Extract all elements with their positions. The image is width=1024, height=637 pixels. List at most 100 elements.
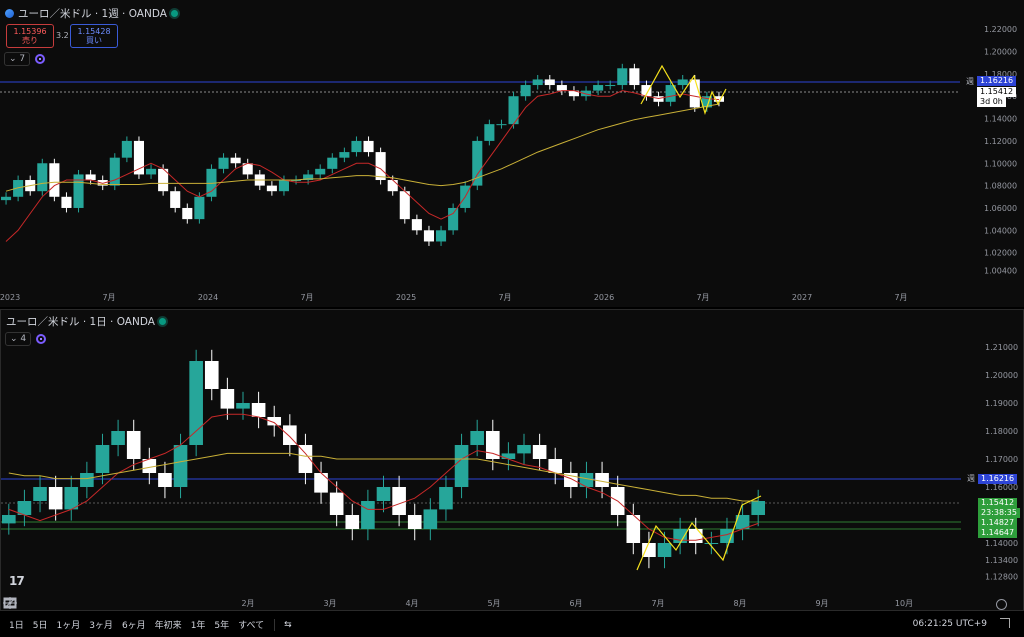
visibility-icon[interactable]	[35, 54, 46, 64]
indicator-collapse-button[interactable]: ⌄ 4	[5, 332, 32, 346]
candle	[387, 180, 398, 192]
clock: 06:21:25 UTC+9	[912, 619, 987, 629]
timeframe-1d[interactable]: 1日	[9, 618, 24, 631]
sell-price: 1.15396	[13, 27, 47, 36]
candle	[392, 487, 406, 515]
timeframe-all[interactable]: すべて	[238, 618, 264, 631]
candle	[61, 196, 72, 208]
candle	[189, 361, 203, 445]
x-tick-label: 2026	[594, 293, 614, 302]
daily-chart-title: ユーロ／米ドル · 1日 · OANDA	[6, 314, 166, 329]
x-tick-label: 10月	[895, 599, 913, 608]
timeframe-ytd[interactable]: 年初来	[155, 618, 182, 631]
candle	[629, 68, 640, 86]
candle	[399, 191, 410, 220]
x-tick-label: 2023	[0, 293, 20, 302]
x-tick-label: 6月	[569, 599, 582, 608]
candle	[339, 152, 350, 158]
visibility-icon[interactable]	[36, 334, 47, 344]
x-tick-label: 7月	[651, 599, 664, 608]
y-tick-label: 1.00400	[984, 267, 1017, 276]
candle	[95, 445, 110, 473]
go-to-date-icon[interactable]: ⇆	[284, 620, 292, 630]
timeframe-5y[interactable]: 5年	[214, 618, 229, 631]
chevron-down-icon: ⌄	[10, 334, 18, 344]
candle	[85, 174, 96, 181]
buy-label: 買い	[86, 36, 102, 45]
timeframe-1m[interactable]: 1ヶ月	[56, 618, 80, 631]
candle	[484, 124, 495, 141]
timeframe-1y[interactable]: 1年	[191, 618, 206, 631]
daily-chart-canvas[interactable]: 1.21000 1.20000 1.19000 1.18000 1.17000 1.160…	[1, 310, 1023, 610]
daily-chart-pane[interactable]: 1.21000 1.20000 1.19000 1.18000 1.17000 1.160…	[0, 309, 1024, 611]
y-tick-label: 1.21000	[985, 343, 1018, 352]
sell-button[interactable]: 1.15396 売り	[6, 24, 54, 48]
candle	[266, 185, 277, 192]
timeframe-5d[interactable]: 5日	[33, 618, 48, 631]
candle	[407, 515, 422, 529]
weekly-chart-title: ユーロ／米ドル · 1週 · OANDA	[5, 6, 178, 21]
vertical-line-tool-icon[interactable]	[9, 597, 67, 610]
candle	[704, 543, 719, 544]
y-tick-label: 1.06000	[984, 204, 1017, 213]
parallel-channel-tool-icon[interactable]	[4, 597, 91, 610]
settings-gear-icon[interactable]	[996, 599, 1007, 610]
candle	[688, 529, 703, 543]
candle	[454, 445, 469, 487]
candle	[496, 124, 507, 126]
y-tick-label: 1.14000	[985, 539, 1018, 548]
weekly-chart-canvas[interactable]: 1.220001.200001.180001.160001.140001.120…	[0, 0, 1024, 307]
indicator-toggle[interactable]: ⌄ 4	[5, 332, 47, 346]
timeframe-6m[interactable]: 6ヶ月	[122, 618, 146, 631]
candle	[327, 157, 338, 169]
candle	[121, 140, 132, 158]
indicator-toggle[interactable]: ⌄ 7	[4, 52, 46, 66]
candle	[517, 445, 531, 454]
indicator-collapse-button[interactable]: ⌄ 7	[4, 52, 31, 66]
y-tick-label: 1.18000	[985, 427, 1018, 436]
y-tick-label: 1.04000	[984, 226, 1017, 235]
weekly-chart-pane[interactable]: 1.220001.200001.180001.160001.140001.120…	[0, 0, 1024, 307]
candle	[80, 473, 94, 487]
candle	[605, 85, 616, 87]
y-tick-label: 1.10000	[984, 159, 1017, 168]
candle	[230, 157, 241, 164]
toolbar-divider	[274, 618, 276, 631]
x-tick-label: 2027	[792, 293, 812, 302]
countdown-tag: 3d 0h	[977, 97, 1006, 107]
x-tick-label: 7月	[696, 293, 709, 302]
trend-line-tool-icon[interactable]	[3, 597, 43, 610]
x-tick-label: 2025	[396, 293, 416, 302]
candle	[194, 196, 205, 220]
spread-value: 3.2	[56, 31, 69, 40]
current-price-tag: 1.15412	[977, 87, 1017, 97]
y-tick-label: 1.17000	[985, 455, 1018, 464]
candle	[133, 140, 144, 175]
price-range-tool-icon[interactable]	[3, 597, 163, 610]
candle	[1, 196, 12, 201]
gann-fan-tool-icon[interactable]	[3, 597, 139, 610]
x-tick-label: 7月	[498, 293, 511, 302]
countdown-tag: 23:38:35	[978, 508, 1020, 518]
x-tick-label: 9月	[815, 599, 828, 608]
candle	[556, 85, 567, 91]
fib-retracement-tool-icon[interactable]	[4, 597, 115, 610]
candle	[361, 501, 375, 529]
candle	[653, 96, 664, 102]
x-tick-label: 8月	[733, 599, 746, 608]
candle	[657, 543, 672, 557]
candle	[64, 487, 79, 510]
candle	[37, 163, 48, 192]
candle	[315, 168, 326, 175]
market-open-icon	[158, 318, 166, 325]
fullscreen-icon[interactable]	[1000, 618, 1010, 628]
rectangle-tool-icon[interactable]	[3, 597, 187, 610]
candle	[375, 152, 386, 181]
candle	[439, 487, 453, 510]
buy-button[interactable]: 1.15428 買い	[70, 24, 118, 48]
candle	[436, 230, 447, 242]
y-tick-label: 1.02000	[984, 249, 1017, 258]
candle	[423, 230, 434, 242]
timeframe-3m[interactable]: 3ヶ月	[89, 618, 113, 631]
y-tick-label: 1.22000	[984, 25, 1017, 34]
